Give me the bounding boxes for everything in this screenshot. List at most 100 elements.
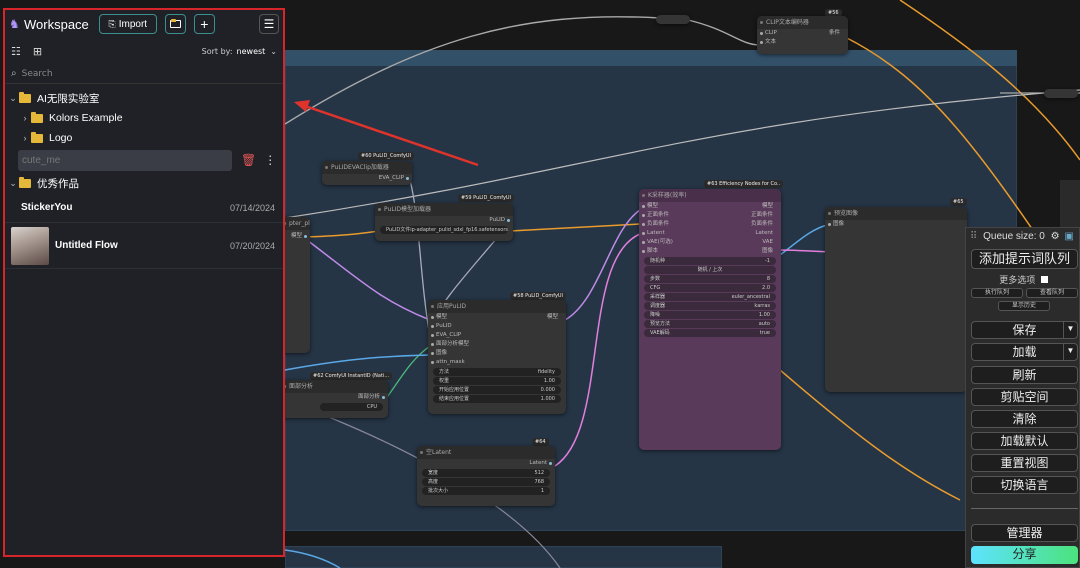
share-button[interactable]: 分享 <box>971 546 1078 564</box>
node-badge: #59 PuLID_ComfyUI <box>458 194 515 202</box>
clear-button[interactable]: 清除 <box>971 410 1078 428</box>
node-output[interactable]: Latent <box>417 459 555 468</box>
node-io[interactable]: 负面条件 负面条件 <box>639 220 781 229</box>
width-widget[interactable]: 宽度 512 <box>422 469 550 477</box>
flow-item-stickeryou[interactable]: StickerYou 07/14/2024 <box>5 193 283 223</box>
node-input[interactable]: attn_mask <box>428 358 566 367</box>
save-button[interactable]: 保存 ▼ <box>971 321 1078 339</box>
node-io[interactable]: 脚本 图像 <box>639 247 781 256</box>
gear-icon[interactable]: ⚙ <box>1051 231 1060 242</box>
sort-label: Sort by: <box>201 46 233 56</box>
pulid-eva-clip-loader-node[interactable]: PuLIDEVAClip加载器 EVA_CLIP <box>322 161 412 185</box>
node-output[interactable]: EVA_CLIP <box>322 174 412 183</box>
node-input[interactable]: 图像 <box>825 220 967 229</box>
reroute-node[interactable] <box>1044 89 1078 98</box>
vae-decode-widget[interactable]: VAE解码 true <box>644 329 776 337</box>
node-input[interactable]: 文本 <box>757 38 848 47</box>
image-icon[interactable]: ▣ <box>1064 231 1073 242</box>
node-input[interactable]: 图像 <box>428 349 566 358</box>
reset-view-button[interactable]: 重置视图 <box>971 454 1078 472</box>
folder-label: AI无限实验室 <box>37 92 100 105</box>
sidebar-header: ♞ Workspace ⎘ Import + ☰ <box>5 10 283 38</box>
node-title: K采样器(效率) <box>639 189 781 202</box>
node-badge: #63 Efficiency Nodes for Co.. <box>704 180 784 188</box>
refresh-button[interactable]: 刷新 <box>971 366 1078 384</box>
rename-input[interactable]: cute_me <box>18 149 232 171</box>
node-io[interactable]: 正面条件 正面条件 <box>639 211 781 220</box>
scheduler-widget[interactable]: 调度器 karras <box>644 302 776 310</box>
load-default-button[interactable]: 加载默认 <box>971 432 1078 450</box>
weight-widget[interactable]: 权重 1.00 <box>433 377 561 385</box>
switch-language-button[interactable]: 切换语言 <box>971 476 1078 494</box>
flow-item-untitled[interactable]: Untitled Flow 07/20/2024 <box>5 223 283 269</box>
node-badge: #65 <box>950 198 967 206</box>
trash-icon[interactable]: 🗑 <box>241 153 256 167</box>
preview-image-node[interactable]: 预览图像 图像 <box>825 207 967 392</box>
manager-button[interactable]: 管理器 <box>971 524 1078 542</box>
node-output[interactable]: PuLID <box>375 216 513 225</box>
search-input[interactable]: Search <box>22 69 53 79</box>
load-dropdown-icon[interactable]: ▼ <box>1063 343 1077 361</box>
node-output[interactable]: 面部分析 <box>280 393 388 402</box>
list-view-icon[interactable]: ☷ <box>11 45 21 58</box>
provider-select[interactable]: CPU <box>320 403 383 411</box>
folder-kolors-example[interactable]: › Kolors Example <box>5 108 283 128</box>
node-badge: #58 PuLID_ComfyUI <box>510 292 567 300</box>
start-at-widget[interactable]: 开始应用位置 0.000 <box>433 386 561 394</box>
import-button[interactable]: ⎘ Import <box>98 14 157 34</box>
node-input[interactable]: 面部分析模型 <box>428 340 566 349</box>
node-input[interactable]: 模型 模型 <box>428 313 566 322</box>
steps-widget[interactable]: 步数 8 <box>644 275 776 283</box>
more-options-icon[interactable]: ⋮ <box>264 153 276 167</box>
new-flow-button[interactable]: + <box>193 14 215 34</box>
load-button[interactable]: 加载 ▼ <box>971 343 1078 361</box>
reroute-node[interactable] <box>656 15 690 24</box>
height-widget[interactable]: 高度 768 <box>422 478 550 486</box>
node-input[interactable]: PuLID <box>428 322 566 331</box>
folder-excellent-works[interactable]: ⌄ 优秀作品 <box>5 173 283 193</box>
import-icon: ⎘ <box>108 18 116 29</box>
node-io[interactable]: VAE(可选) VAE <box>639 238 781 247</box>
node-input[interactable]: CLIP 条件 <box>757 29 848 38</box>
search-bar[interactable]: ⌕ Search <box>5 64 283 84</box>
seed-widget[interactable]: 随机种 -1 <box>644 257 776 265</box>
new-folder-button[interactable] <box>164 14 186 34</box>
method-widget[interactable]: 方法 fidelity <box>433 368 561 376</box>
clipspace-button[interactable]: 剪贴空间 <box>971 388 1078 406</box>
clip-text-encode-node[interactable]: CLIP文本编码器 CLIP 条件 文本 <box>757 16 848 54</box>
queue-prompt-button[interactable]: 添加提示词队列 <box>971 249 1078 269</box>
folder-ai-lab[interactable]: ⌄ AI无限实验室 <box>5 88 283 108</box>
pulid-model-loader-node[interactable]: PuLID模型加载器 PuLID PuLID文件 ip-adapter_pulid… <box>375 203 513 241</box>
face-analysis-node[interactable]: 面部分析 面部分析 CPU <box>280 380 388 418</box>
save-dropdown-icon[interactable]: ▼ <box>1063 321 1077 339</box>
preview-method-widget[interactable]: 预览方法 auto <box>644 320 776 328</box>
seed-mode-button[interactable]: 随机 / 上次 <box>644 266 776 274</box>
cfg-widget[interactable]: CFG 2.0 <box>644 284 776 292</box>
batch-size-widget[interactable]: 批次大小 1 <box>422 487 550 495</box>
add-folder-icon[interactable]: ⊞ <box>33 45 42 58</box>
node-title: PuLIDEVAClip加载器 <box>322 161 412 174</box>
menu-button[interactable]: ☰ <box>259 14 279 34</box>
drag-handle-icon[interactable]: ⠿ <box>970 231 977 242</box>
run-queue-button[interactable]: 执行队列 <box>971 288 1023 298</box>
ksampler-efficiency-node[interactable]: K采样器(效率) 模型 模型 正面条件 正面条件 负面条件 负面条件 Latent La… <box>639 189 781 450</box>
sampler-widget[interactable]: 采样器 euler_ancestral <box>644 293 776 301</box>
sort-select[interactable]: newest <box>237 47 266 56</box>
empty-latent-node[interactable]: 空Latent Latent 宽度 512 高度 768 批次大小 1 <box>417 446 555 506</box>
rename-row: cute_me 🗑 ⋮ <box>5 148 283 172</box>
denoise-widget[interactable]: 降噪 1.00 <box>644 311 776 319</box>
extra-options-checkbox[interactable] <box>1040 276 1048 283</box>
node-io[interactable]: 模型 模型 <box>639 202 781 211</box>
end-at-widget[interactable]: 结束应用位置 1.000 <box>433 395 561 403</box>
plus-icon: + <box>200 16 209 32</box>
folder-logo[interactable]: › Logo <box>5 128 283 148</box>
node-badge: #60 PuLID_ComfyUI <box>358 152 415 160</box>
pulid-file-select[interactable]: PuLID文件 ip-adapter_pulid_sdxl_fp16.safete… <box>380 226 508 234</box>
apply-pulid-node[interactable]: 应用PuLID 模型 模型 PuLID EVA_CLIP 面部分析模型 图像 at… <box>428 300 566 414</box>
view-queue-button[interactable]: 查看队列 <box>1026 288 1078 298</box>
chevron-down-icon[interactable]: ⌄ <box>270 47 277 56</box>
comfyui-app: #56 CLIP文本编码器 CLIP条件 文本 pter_plus 模型 #60… <box>0 0 1080 568</box>
node-input[interactable]: EVA_CLIP <box>428 331 566 340</box>
node-io[interactable]: Latent Latent <box>639 229 781 238</box>
view-history-button[interactable]: 显示历史 <box>998 301 1050 311</box>
